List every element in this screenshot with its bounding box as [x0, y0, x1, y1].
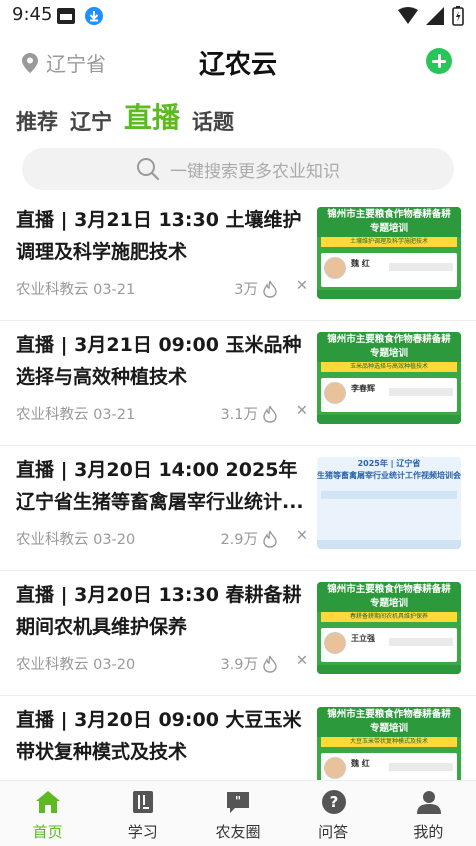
dismiss-icon[interactable]: ✕ [296, 528, 308, 544]
item-thumbnail[interactable]: 锦州市主要粮食作物春耕备耕 专题培训 大豆玉米带状复种模式及技术 魏 红 [317, 707, 461, 780]
speaker-name: 魏 红 [351, 759, 370, 768]
nav-label: 学习 [127, 823, 158, 841]
wifi-icon [398, 7, 418, 24]
item-views: 3万 [234, 282, 258, 298]
dismiss-icon[interactable]: ✕ [296, 653, 308, 669]
live-feed: 直播 | 3月21日 13:30 土壤维护调理及科学施肥技术 农业科教云 03-… [0, 196, 476, 780]
chat-quote-icon: " [227, 792, 250, 813]
nav-label: 首页 [32, 823, 63, 841]
search-bar[interactable]: 一键搜索更多农业知识 [22, 148, 454, 190]
item-title: 直播 | 3月21日 09:00 玉米品种选择与高效种植技术 [16, 334, 302, 388]
nav-qa[interactable]: ? 问答 [286, 781, 381, 846]
bottom-nav: 首页 学习 " 农友圈 ? 问答 我的 [0, 780, 476, 846]
speaker-avatar [324, 257, 346, 279]
item-source: 农业科教云 [16, 407, 89, 423]
nav-home[interactable]: 首页 [0, 781, 95, 846]
flame-icon [263, 655, 277, 673]
add-button[interactable] [426, 48, 452, 74]
item-date: 03-21 [93, 282, 136, 298]
item-date: 03-20 [93, 657, 136, 673]
search-placeholder: 一键搜索更多农业知识 [170, 161, 340, 182]
thumb-heading: 锦州市主要粮食作物春耕备耕 专题培训 [317, 332, 461, 362]
tab-topics[interactable]: 话题 [192, 106, 234, 140]
item-title: 直播 | 3月20日 14:00 2025年辽宁省生猪等畜禽屠宰行业统计... [16, 459, 304, 513]
battery-icon [452, 6, 464, 26]
thumb-heading: 2025年 | 辽宁省 生猪等畜禽屠宰行业统计工作视频培训会 [317, 459, 461, 480]
item-views: 3.1万 [220, 407, 258, 423]
thumb-band: 大豆玉米带状复种模式及技术 [349, 738, 428, 745]
speaker-name: 李春辉 [351, 384, 375, 393]
item-title: 直播 | 3月20日 13:30 春耕备耕期间农机具维护保养 [16, 584, 302, 638]
search-icon [137, 158, 160, 181]
item-views: 2.9万 [220, 532, 258, 548]
item-source: 农业科教云 [16, 282, 89, 298]
item-date: 03-21 [93, 407, 136, 423]
thumb-band: 春耕备耕期间农机具维护保养 [349, 613, 428, 620]
item-views: 3.9万 [220, 657, 258, 673]
nav-label: 问答 [318, 823, 349, 841]
flame-icon [263, 405, 277, 423]
item-thumbnail[interactable]: 锦州市主要粮食作物春耕备耕 专题培训 土壤维护调理及科学施肥技术 魏 红 [317, 207, 461, 299]
speaker-avatar [324, 757, 346, 779]
item-meta: 农业科教云 03-20 2.9万 ✕ [16, 528, 308, 550]
tab-liaoning[interactable]: 辽宁 [70, 106, 112, 140]
item-thumbnail[interactable]: 锦州市主要粮食作物春耕备耕 专题培训 春耕备耕期间农机具维护保养 王立强 [317, 582, 461, 674]
thumb-heading: 锦州市主要粮食作物春耕备耕 专题培训 [317, 707, 461, 737]
nav-profile[interactable]: 我的 [381, 781, 476, 846]
thumb-band: 玉米品种选择与高效种植技术 [349, 363, 428, 370]
question-icon: ? [321, 790, 346, 814]
thumb-heading: 锦州市主要粮食作物春耕备耕 专题培训 [317, 207, 461, 237]
status-icons [398, 6, 464, 26]
svg-text:?: ? [329, 793, 338, 811]
list-item[interactable]: 直播 | 3月20日 09:00 大豆玉米带状复种模式及技术 锦州市主要粮食作物… [0, 696, 476, 780]
tab-live[interactable]: 直播 [124, 96, 180, 140]
svg-text:": " [235, 794, 241, 808]
item-thumbnail[interactable]: 2025年 | 辽宁省 生猪等畜禽屠宰行业统计工作视频培训会 [317, 457, 461, 549]
dismiss-icon[interactable]: ✕ [296, 278, 308, 294]
item-title: 直播 | 3月21日 13:30 土壤维护调理及科学施肥技术 [16, 209, 302, 263]
nav-label: 农友圈 [215, 823, 261, 841]
person-icon [416, 791, 441, 814]
speaker-name: 王立强 [351, 634, 375, 643]
book-icon [133, 791, 154, 813]
dismiss-icon[interactable]: ✕ [296, 403, 308, 419]
flame-icon [263, 530, 277, 548]
nav-community[interactable]: " 农友圈 [190, 781, 285, 846]
channel-tabs: 推荐 辽宁 直播 话题 [16, 100, 234, 140]
signal-icon [426, 7, 444, 25]
item-source: 农业科教云 [16, 657, 89, 673]
speaker-avatar [324, 632, 346, 654]
item-meta: 农业科教云 03-21 3.1万 ✕ [16, 403, 308, 425]
thumb-band: 土壤维护调理及科学施肥技术 [349, 238, 428, 245]
app-title: 辽农云 [198, 50, 277, 80]
home-icon [36, 791, 60, 813]
nav-study[interactable]: 学习 [95, 781, 190, 846]
item-thumbnail[interactable]: 锦州市主要粮食作物春耕备耕 专题培训 玉米品种选择与高效种植技术 李春辉 [317, 332, 461, 424]
speaker-avatar [324, 382, 346, 404]
app-header: 辽宁省 辽农云 [0, 38, 476, 86]
list-item[interactable]: 直播 | 3月21日 09:00 玉米品种选择与高效种植技术 农业科教云 03-… [0, 321, 476, 446]
speaker-name: 魏 红 [351, 259, 370, 268]
tab-recommend[interactable]: 推荐 [16, 106, 58, 140]
status-time: 9:45 [12, 4, 53, 25]
flame-icon [263, 280, 277, 298]
status-bar: 9:45 [0, 0, 476, 32]
item-meta: 农业科教云 03-21 3万 ✕ [16, 278, 308, 300]
list-item[interactable]: 直播 | 3月21日 13:30 土壤维护调理及科学施肥技术 农业科教云 03-… [0, 196, 476, 321]
list-item[interactable]: 直播 | 3月20日 13:30 春耕备耕期间农机具维护保养 农业科教云 03-… [0, 571, 476, 696]
list-item[interactable]: 直播 | 3月20日 14:00 2025年辽宁省生猪等畜禽屠宰行业统计... … [0, 446, 476, 571]
nav-label: 我的 [413, 823, 444, 841]
item-title: 直播 | 3月20日 09:00 大豆玉米带状复种模式及技术 [16, 709, 302, 763]
item-source: 农业科教云 [16, 532, 89, 548]
download-icon [85, 7, 103, 25]
thumb-heading: 锦州市主要粮食作物春耕备耕 专题培训 [317, 582, 461, 612]
notification-app-icon [57, 8, 75, 24]
item-meta: 农业科教云 03-20 3.9万 ✕ [16, 653, 308, 675]
item-date: 03-20 [93, 532, 136, 548]
